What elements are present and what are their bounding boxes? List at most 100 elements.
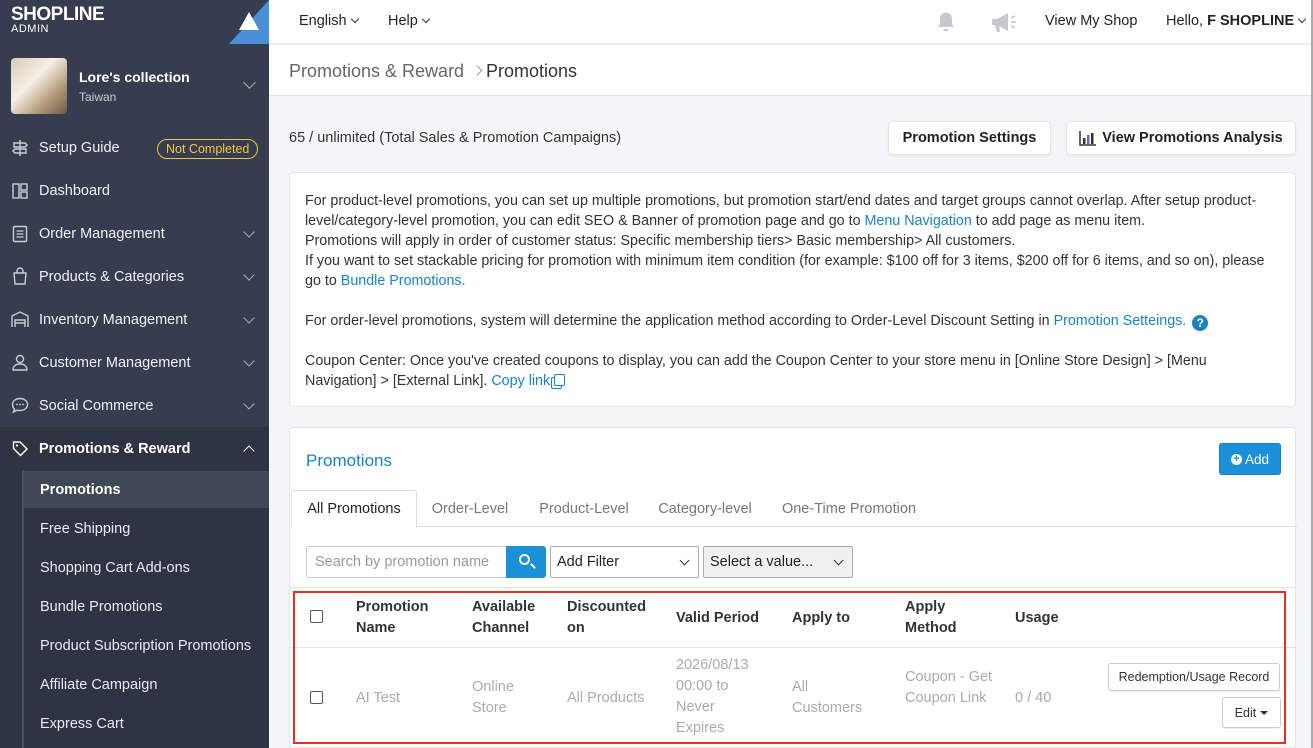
chevron-down-icon (833, 555, 844, 566)
divider (290, 587, 1297, 588)
chevron-down-icon (243, 268, 255, 281)
info-text: Coupon Center: Once you've created coupo… (305, 353, 1207, 389)
help-icon[interactable]: ? (1192, 315, 1209, 331)
info-text: to add page as menu item. (971, 213, 1146, 229)
sidebar: SHOPLINE ADMIN Lore's collection Taiwan … (0, 0, 269, 748)
status-badge: Not Completed (157, 139, 259, 159)
bundle-promotions-link[interactable]: Bundle Promotions. (341, 273, 466, 289)
promotion-tabs: All Promotions Order-Level Product-Level… (290, 490, 1297, 528)
plus-circle-icon: + (1230, 453, 1242, 465)
chevron-down-icon (679, 555, 690, 566)
triangle-logo-icon (239, 12, 259, 30)
greeting: Hello, (1166, 13, 1204, 29)
sidebar-item-label: Setup Guide (39, 139, 120, 156)
sidebar-item-social-commerce[interactable]: Social Commerce (0, 384, 269, 427)
tag-icon (12, 441, 28, 457)
view-my-shop-link[interactable]: View My Shop (1045, 13, 1137, 29)
sidebar-item-label: Social Commerce (39, 397, 154, 414)
submenu-item-subscription[interactable]: Product Subscription Promotions (40, 638, 251, 654)
chevron-down-icon (243, 397, 255, 410)
filter-value-select[interactable]: Select a value... (703, 546, 853, 578)
logo[interactable]: SHOPLINE ADMIN (0, 0, 269, 44)
analysis-button-label: View Promotions Analysis (1102, 130, 1283, 146)
submenu-line (22, 470, 24, 748)
chevron-down-icon (243, 311, 255, 324)
info-paragraph: Promotions will apply in order of custom… (305, 233, 1016, 249)
user-name: F SHOPLINE (1207, 13, 1295, 29)
panel-title: Promotions (306, 451, 392, 470)
chevron-down-icon (243, 225, 255, 238)
search-button[interactable] (506, 546, 546, 578)
sidebar-item-label: Inventory Management (39, 311, 188, 328)
submenu-item-express-cart[interactable]: Express Cart (40, 716, 124, 732)
store-location: Taiwan (79, 90, 117, 104)
bag-icon (13, 267, 27, 285)
copy-icon[interactable] (554, 374, 566, 386)
submenu-item-promotions[interactable]: Promotions (40, 482, 121, 498)
chevron-down-icon (243, 354, 255, 367)
add-promotion-button[interactable]: + Add (1219, 443, 1281, 475)
sidebar-item-label: Products & Categories (39, 268, 185, 285)
filter-select-value: Add Filter (557, 554, 620, 570)
megaphone-icon[interactable] (989, 11, 1017, 33)
store-avatar (11, 58, 67, 114)
page-title: Promotions (486, 61, 578, 81)
tab-all-promotions[interactable]: All Promotions (291, 490, 417, 528)
store-name: Lore's collection (79, 69, 190, 85)
value-select-value: Select a value... (710, 554, 814, 570)
sidebar-item-label: Dashboard (39, 182, 110, 199)
tab-product-level[interactable]: Product-Level (530, 490, 638, 527)
sidebar-item-dashboard[interactable]: Dashboard (0, 169, 269, 212)
submenu-item-cart-addons[interactable]: Shopping Cart Add-ons (40, 560, 190, 576)
bell-icon[interactable] (936, 11, 956, 33)
signpost-icon (12, 140, 28, 156)
submenu-item-bundle[interactable]: Bundle Promotions (40, 599, 163, 615)
info-box: For product-level promotions, you can se… (289, 172, 1296, 407)
info-text: For order-level promotions, system will … (305, 313, 1054, 329)
chevron-up-icon (243, 444, 255, 457)
clipboard-icon (12, 225, 28, 243)
sidebar-item-products[interactable]: Products & Categories (0, 255, 269, 298)
topbar: English Help View My Shop Hello, F SHOPL… (269, 0, 1313, 44)
chevron-down-icon (1297, 14, 1307, 24)
dashboard-icon (12, 183, 28, 199)
sidebar-item-label: Customer Management (39, 354, 191, 371)
campaign-limit-text: 65 / unlimited (Total Sales & Promotion … (289, 130, 622, 146)
warehouse-icon (11, 311, 29, 327)
user-icon (12, 354, 28, 371)
copy-link[interactable]: Copy link (491, 373, 550, 389)
info-paragraph: Coupon Center: Once you've created coupo… (305, 351, 1280, 391)
tab-category-level[interactable]: Category-level (648, 490, 762, 527)
chevron-down-icon (421, 14, 431, 24)
highlight-box (293, 591, 1286, 744)
promotion-settings-button[interactable]: Promotion Settings (888, 121, 1051, 155)
sidebar-item-promotions-reward[interactable]: Promotions & Reward (0, 427, 269, 470)
submenu-item-affiliate[interactable]: Affiliate Campaign (40, 677, 157, 693)
language-dropdown[interactable]: English (299, 13, 359, 29)
sidebar-item-inventory[interactable]: Inventory Management (0, 298, 269, 341)
help-dropdown[interactable]: Help (388, 13, 431, 29)
sidebar-item-order-management[interactable]: Order Management (0, 212, 269, 255)
tab-one-time-promotion[interactable]: One-Time Promotion (772, 490, 926, 527)
promotion-settings-link[interactable]: Promotion Setteings. (1054, 313, 1187, 329)
sidebar-item-customers[interactable]: Customer Management (0, 341, 269, 384)
add-button-label: Add (1244, 451, 1270, 467)
menu-navigation-link[interactable]: Menu Navigation (865, 213, 972, 229)
user-menu[interactable]: Hello, F SHOPLINE (1166, 13, 1307, 29)
search-input[interactable]: Search by promotion name (306, 546, 506, 578)
info-paragraph: If you want to set stackable pricing for… (305, 251, 1280, 291)
breadcrumb-parent[interactable]: Promotions & Reward (289, 61, 464, 82)
tab-order-level[interactable]: Order-Level (420, 490, 520, 527)
view-promotions-analysis-button[interactable]: View Promotions Analysis (1066, 121, 1296, 155)
chevron-down-icon (243, 76, 256, 89)
help-label: Help (388, 13, 418, 29)
chevron-down-icon (350, 14, 359, 24)
chevron-right-icon (472, 65, 483, 76)
chat-icon (11, 397, 29, 414)
submenu-item-free-shipping[interactable]: Free Shipping (40, 521, 130, 537)
info-paragraph: For order-level promotions, system will … (305, 311, 1280, 331)
language-label: English (299, 13, 347, 29)
search-icon (519, 554, 530, 565)
add-filter-select[interactable]: Add Filter (550, 546, 699, 578)
sidebar-item-label: Order Management (39, 225, 165, 242)
